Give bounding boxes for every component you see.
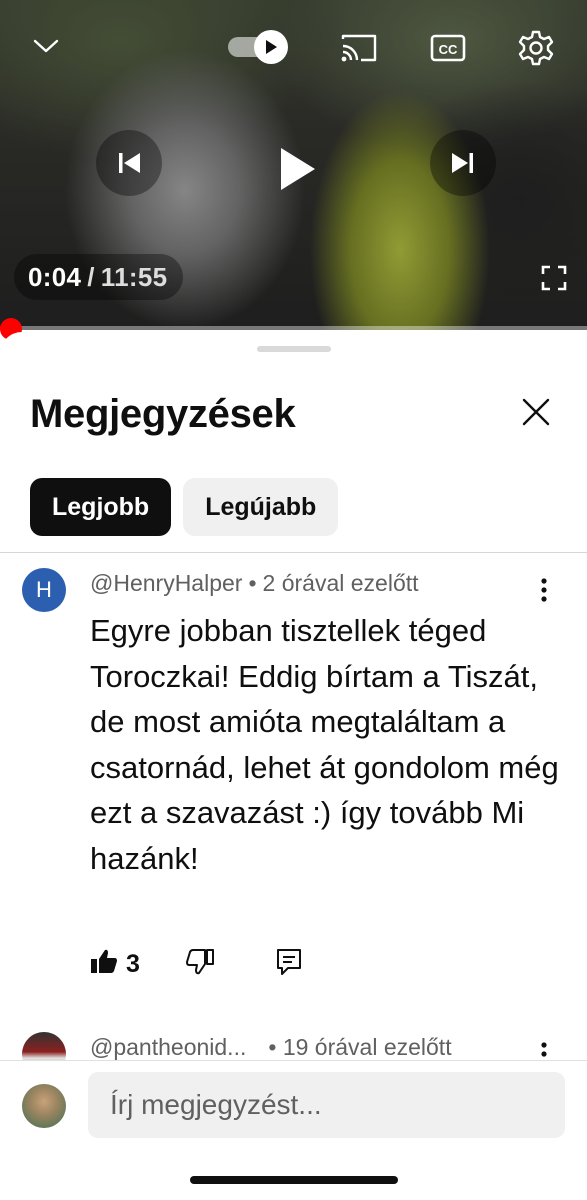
- thumbs-down-icon: [185, 948, 214, 979]
- more-vertical-icon[interactable]: [532, 1040, 556, 1060]
- comment-input[interactable]: Írj megjegyzést...: [88, 1072, 565, 1138]
- play-icon[interactable]: [262, 134, 332, 204]
- meta-dot: •: [268, 1034, 277, 1060]
- comment-meta: @pantheonid... • 19 órával ezelőtt: [90, 1034, 452, 1060]
- chip-top[interactable]: Legjobb: [30, 478, 172, 536]
- home-indicator[interactable]: [190, 1176, 398, 1184]
- autoplay-toggle-icon: [254, 30, 288, 64]
- comment-meta: @HenryHalper • 2 órával ezelőtt: [90, 570, 419, 597]
- autoplay-toggle[interactable]: [228, 30, 296, 64]
- fullscreen-icon[interactable]: [534, 258, 574, 298]
- sort-chips: Legjobb Legújabb: [30, 478, 339, 536]
- gear-icon[interactable]: [514, 26, 558, 70]
- thumbs-up-icon: [90, 948, 118, 981]
- divider: [0, 552, 587, 553]
- more-vertical-icon[interactable]: [532, 576, 556, 604]
- reply-icon: [276, 948, 302, 980]
- comment-time: 2 órával ezelőtt: [262, 570, 419, 596]
- meta-dot: •: [248, 570, 257, 596]
- next-icon[interactable]: [430, 130, 496, 196]
- comments-title: Megjegyzések: [30, 392, 296, 436]
- close-icon[interactable]: [514, 390, 558, 434]
- comment-item: @pantheonid... • 19 órával ezelőtt: [0, 1028, 587, 1060]
- comment-text: Egyre jobban tisztellek téged Toroczkai!…: [90, 613, 559, 876]
- comment-time: 19 órával ezelőtt: [282, 1034, 452, 1060]
- comment-author[interactable]: @HenryHalper: [90, 570, 242, 596]
- svg-text:CC: CC: [439, 42, 458, 57]
- current-time: 0:04: [28, 261, 82, 292]
- user-avatar[interactable]: [22, 1084, 66, 1128]
- cast-icon[interactable]: [334, 28, 384, 68]
- composer-divider: [0, 1060, 587, 1061]
- comments-sheet: Megjegyzések Legjobb Legújabb H @HenryHa…: [0, 332, 587, 1200]
- progress-bar[interactable]: [0, 326, 587, 330]
- video-player[interactable]: CC 0:04 / 11:55: [0, 0, 587, 330]
- chip-newest[interactable]: Legújabb: [183, 478, 339, 536]
- duration: 11:55: [100, 261, 168, 292]
- dislike-button[interactable]: [185, 948, 214, 980]
- like-button[interactable]: 3: [90, 948, 140, 981]
- like-count: 3: [126, 949, 140, 978]
- comment-actions: 3: [90, 944, 302, 984]
- reply-button[interactable]: [276, 948, 302, 981]
- avatar[interactable]: [22, 1032, 66, 1060]
- time-separator: /: [87, 261, 95, 292]
- chevron-down-icon[interactable]: [24, 28, 68, 64]
- avatar[interactable]: H: [22, 568, 66, 612]
- comment-author[interactable]: @pantheonid...: [90, 1034, 246, 1060]
- previous-icon[interactable]: [96, 130, 162, 196]
- captions-icon[interactable]: CC: [426, 28, 470, 68]
- playback-time: 0:04 / 11:55: [14, 254, 184, 300]
- drag-handle[interactable]: [257, 346, 331, 352]
